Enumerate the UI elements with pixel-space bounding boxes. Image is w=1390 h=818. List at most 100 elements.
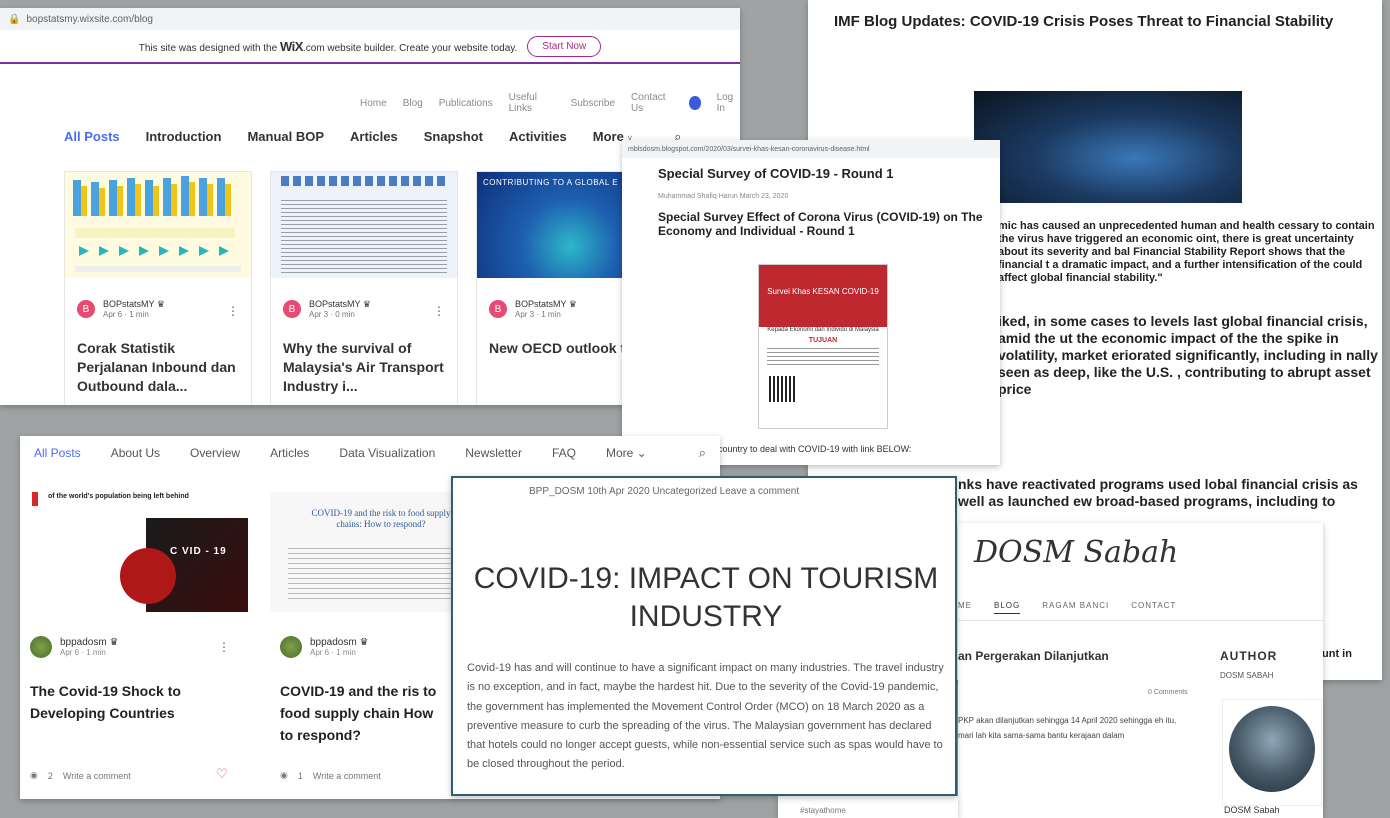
user-icon[interactable]: [688, 96, 701, 110]
menu-ragam-banci[interactable]: RAGAM BANCI: [1042, 601, 1109, 614]
tab-all-posts[interactable]: All Posts: [34, 446, 81, 460]
category-tabs: All Posts Introduction Manual BOP Articl…: [64, 129, 681, 145]
bar-chart-thumbnail: [65, 172, 251, 278]
nav-blog[interactable]: Blog: [403, 98, 423, 109]
thumbnail-caption: CONTRIBUTING TO A GLOBAL E: [483, 178, 619, 187]
post-meta: Apr 6 · 1 min: [310, 648, 356, 657]
tab-more-label: More: [605, 446, 634, 460]
login-link[interactable]: Log In: [717, 92, 740, 114]
write-comment-link[interactable]: Write a comment: [313, 771, 381, 781]
qr-code-icon: [769, 376, 795, 402]
more-options-icon[interactable]: ⋮: [433, 304, 445, 318]
hashtag[interactable]: #stayathome: [800, 806, 846, 815]
avatar: [280, 636, 302, 658]
nav-home[interactable]: Home: [360, 98, 387, 109]
write-comment-link[interactable]: Write a comment: [63, 771, 131, 781]
post-author[interactable]: bppadosm ♛ Apr 6 · 1 min: [30, 636, 118, 658]
search-icon[interactable]: ⌕: [699, 445, 706, 461]
author-name-text: BOPstatsMY: [515, 299, 567, 309]
author-name: BOPstatsMY ♛: [309, 299, 371, 310]
wix-banner: This site was designed with the WiX.com …: [0, 30, 740, 62]
post-title[interactable]: The Covid-19 Shock to Developing Countri…: [30, 680, 240, 724]
address-bar[interactable]: mblsdosm.blogspot.com/2020/03/survei-kha…: [622, 140, 1000, 158]
post-title[interactable]: COVID-19 and the ris to food supply chai…: [280, 680, 440, 746]
nav-subscribe[interactable]: Subscribe: [571, 98, 615, 109]
post-author[interactable]: B BOPstatsMY ♛ Apr 3 · 0 min: [283, 299, 371, 319]
post-meta: Apr 3 · 0 min: [309, 310, 355, 319]
blogspot-panel: mblsdosm.blogspot.com/2020/03/survei-kha…: [622, 140, 1000, 465]
start-now-button[interactable]: Start Now: [527, 35, 602, 57]
address-bar[interactable]: 🔒 bopstatsmy.wixsite.com/blog: [0, 8, 740, 30]
thumbnail-caption: of the world's population being left beh…: [48, 493, 189, 500]
nav-contact[interactable]: Contact Us: [631, 92, 673, 114]
tab-articles[interactable]: Articles: [350, 129, 398, 145]
author-name-text: BOPstatsMY: [103, 299, 155, 309]
post-title[interactable]: Corak Statistik Perjalanan Inbound dan O…: [77, 339, 245, 396]
post-stats: ◉ 2 Write a comment: [30, 770, 131, 781]
tab-manual-bop[interactable]: Manual BOP: [247, 129, 324, 145]
lock-icon: 🔒: [8, 13, 21, 25]
heart-icon[interactable]: ♡: [216, 766, 228, 782]
post-card[interactable]: B BOPstatsMY ♛ Apr 3 · 0 min ⋮ Why the s…: [270, 171, 458, 405]
post-author[interactable]: B BOPstatsMY ♛ Apr 3 · 1 min: [489, 299, 577, 319]
post-excerpt: PKP akan dilanjutkan sehingga 14 April 2…: [958, 716, 1177, 740]
tab-newsletter[interactable]: Newsletter: [465, 446, 522, 460]
imf-title: IMF Blog Updates: COVID-19 Crisis Poses …: [834, 13, 1334, 30]
nav-publications[interactable]: Publications: [439, 98, 493, 109]
post-title[interactable]: an Pergerakan Dilanjutkan: [958, 649, 1109, 663]
post-author[interactable]: bppadosm ♛ Apr 6 · 1 min: [280, 636, 368, 658]
hashtag-strip: #stayathome: [778, 796, 958, 818]
tourism-article-panel: BPP_DOSM 10th Apr 2020 Uncategorized Lea…: [451, 476, 957, 796]
post-card[interactable]: B BOPstatsMY ♛ Apr 6 · 1 min ⋮ Corak Sta…: [64, 171, 252, 405]
post-author[interactable]: B BOPstatsMY ♛ Apr 6 · 1 min: [77, 299, 165, 319]
post-footer-text: country to deal with COVID-19 with link …: [718, 444, 912, 454]
imf-quote: mic has caused an unprecedented human an…: [998, 220, 1375, 284]
tab-more[interactable]: More ⌄: [606, 446, 647, 460]
tab-overview[interactable]: Overview: [190, 446, 240, 460]
author-name-text: bppadosm: [310, 637, 357, 648]
chevron-down-icon: ⌄: [636, 446, 647, 460]
banner-divider: [0, 62, 740, 64]
site-logo[interactable]: DOSM Sabah: [974, 535, 1178, 570]
divider: [958, 620, 1323, 621]
tab-activities[interactable]: Activities: [509, 129, 567, 145]
post-card[interactable]: of the world's population being left beh…: [20, 492, 248, 782]
menu-contact[interactable]: CONTACT: [1131, 601, 1176, 614]
author-name: BOPstatsMY ♛: [515, 299, 577, 310]
post-title[interactable]: Why the survival of Malaysia's Air Trans…: [283, 339, 451, 396]
post-thumbnail: of the world's population being left beh…: [20, 492, 248, 612]
avatar: B: [489, 300, 507, 318]
avatar: B: [77, 300, 95, 318]
tab-about-us[interactable]: About Us: [111, 446, 160, 460]
post-stats: ◉ 1 Write a comment: [280, 770, 381, 781]
survey-poster[interactable]: Survei Khas KESAN COVID-19 Kepada Ekonom…: [758, 264, 888, 429]
author-name-text: BOPstatsMY: [309, 299, 361, 309]
author-name: bppadosm ♛: [310, 637, 368, 648]
tab-articles[interactable]: Articles: [270, 446, 309, 460]
menu-home[interactable]: ME: [958, 601, 972, 614]
poster-title: Survei Khas KESAN COVID-19: [759, 265, 887, 327]
tab-introduction[interactable]: Introduction: [146, 129, 222, 145]
virus-icon: [120, 548, 176, 604]
eye-icon: ◉: [280, 770, 288, 780]
tab-data-visualization[interactable]: Data Visualization: [339, 446, 435, 460]
book-title: C VID - 19: [170, 546, 227, 557]
tab-faq[interactable]: FAQ: [552, 446, 576, 460]
post-subheading: Special Survey Effect of Corona Virus (C…: [658, 210, 983, 238]
view-count: 1: [297, 770, 303, 781]
comment-count[interactable]: 0 Comments: [1148, 689, 1188, 696]
post-heading[interactable]: Special Survey of COVID-19 - Round 1: [658, 166, 894, 181]
address-url: mblsdosm.blogspot.com/2020/03/survei-kha…: [628, 145, 870, 153]
banner-post: .com website builder. Create your websit…: [302, 42, 518, 54]
nav-useful-links[interactable]: Useful Links: [509, 92, 555, 114]
wix-logo: WiX: [279, 38, 303, 54]
more-options-icon[interactable]: ⋮: [227, 304, 239, 318]
more-options-icon[interactable]: ⋮: [218, 640, 230, 654]
menu-blog[interactable]: BLOG: [994, 601, 1021, 614]
tab-all-posts[interactable]: All Posts: [64, 129, 120, 145]
article-meta: BPP_DOSM 10th Apr 2020 Uncategorized Lea…: [529, 486, 800, 497]
author-heading: AUTHOR: [1220, 649, 1278, 663]
banner-pre: This site was designed with the: [138, 42, 278, 54]
tab-snapshot[interactable]: Snapshot: [424, 129, 483, 145]
author-name: bppadosm ♛: [60, 637, 118, 648]
